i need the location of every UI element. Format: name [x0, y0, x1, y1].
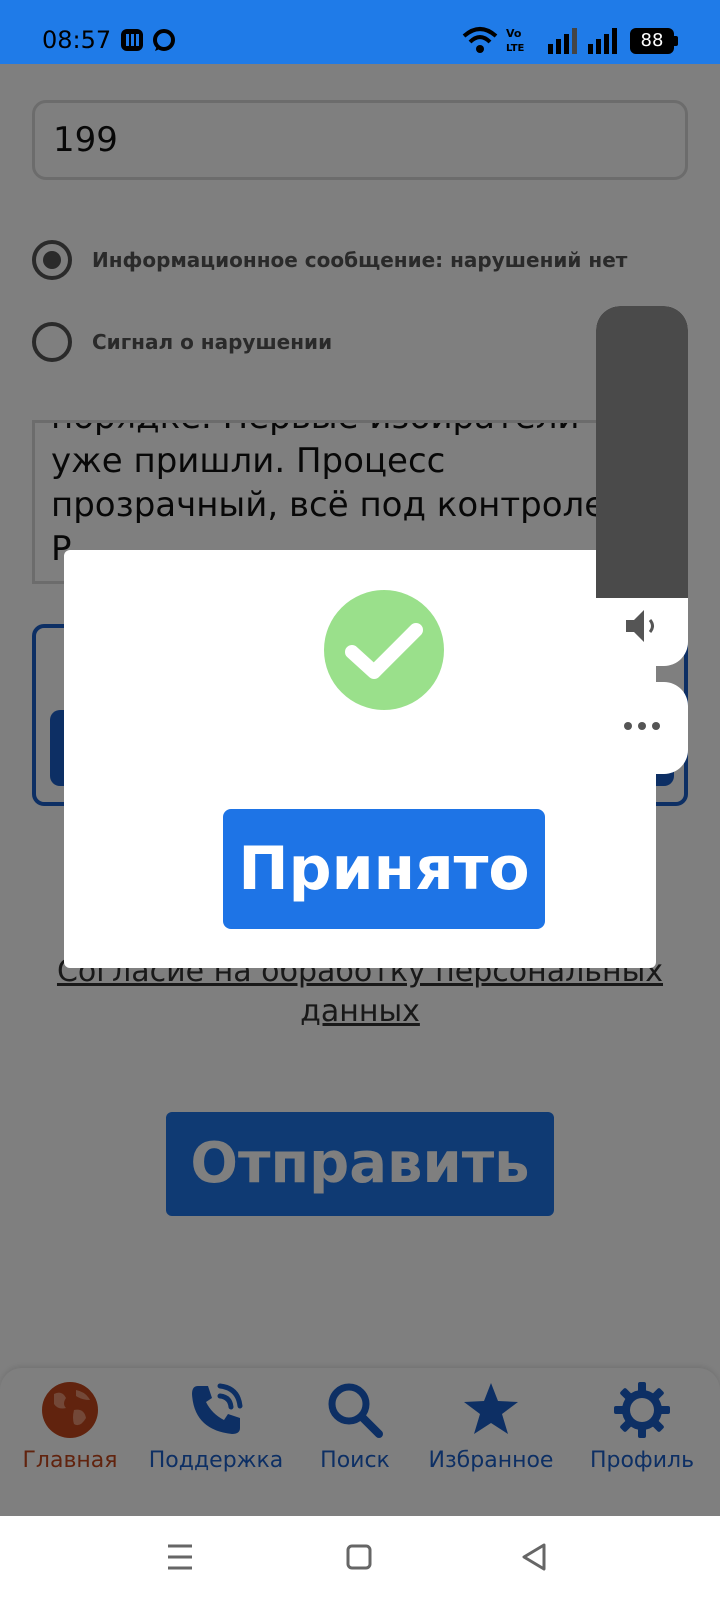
system-nav-bar [0, 1516, 720, 1604]
wifi-icon [462, 27, 498, 53]
chat-icon [153, 29, 175, 51]
recent-apps-icon[interactable] [166, 1542, 194, 1572]
back-icon[interactable] [520, 1542, 548, 1572]
more-dots-icon[interactable] [596, 682, 688, 774]
battery-icon: 88 [630, 28, 678, 54]
check-icon [324, 590, 444, 710]
volume-slider[interactable] [596, 306, 688, 666]
svg-text:Vo: Vo [506, 27, 522, 40]
home-icon[interactable] [346, 1542, 372, 1572]
signal-icon [548, 28, 577, 54]
status-time: 08:57 [42, 26, 112, 54]
signal-icon [588, 28, 617, 54]
success-dialog: Принято [64, 550, 656, 968]
accept-button[interactable]: Принято [223, 809, 545, 929]
volume-level-fill [596, 306, 688, 598]
speaker-icon[interactable] [622, 606, 662, 646]
status-bar: 08:57 Vo LTE 88 [0, 0, 720, 64]
volte-icon: Vo LTE [506, 27, 525, 54]
svg-text:LTE: LTE [506, 43, 525, 54]
app-icon [121, 29, 143, 51]
